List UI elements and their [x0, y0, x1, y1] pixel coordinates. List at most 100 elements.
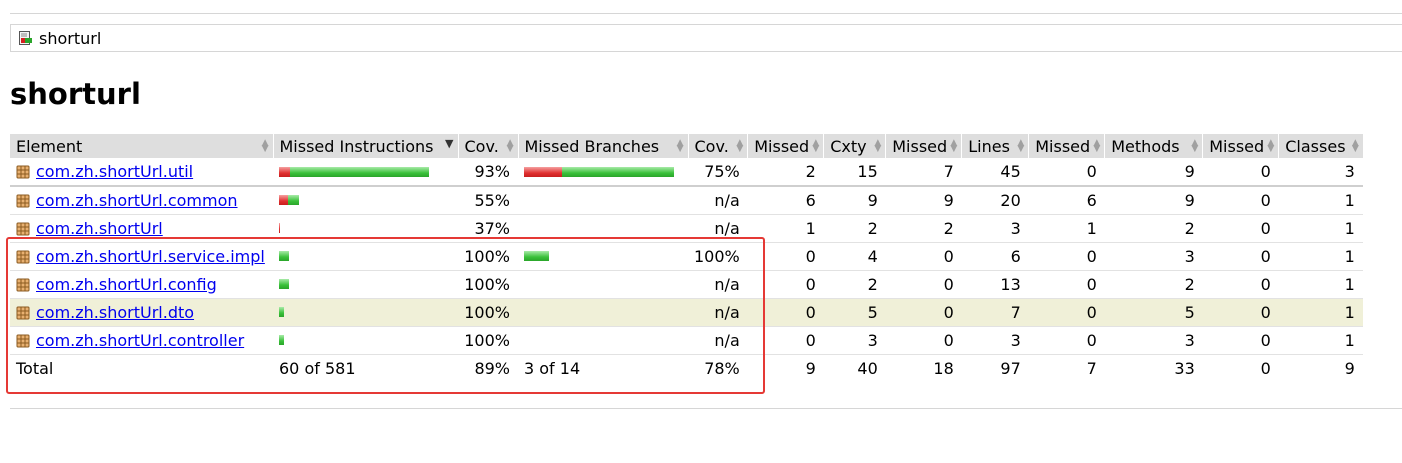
breadcrumb-label[interactable]: shorturl [39, 29, 101, 48]
branches-coverage: 75% [688, 158, 748, 187]
classes-missed: 0 [1202, 158, 1279, 187]
table-header-row: Element ▲ ▼ Missed Instructions ▼ Cov. ▲ ▼ Misse… [10, 134, 1363, 158]
instructions-bar-cell [273, 186, 458, 215]
bottom-divider [10, 408, 1402, 409]
branches-bar-cell [518, 186, 688, 215]
methods-missed: 0 [1028, 242, 1105, 271]
column-header[interactable]: Lines ▲ ▼ [961, 134, 1029, 158]
package-link[interactable]: com.zh.shortUrl.common [36, 191, 238, 210]
missed-bar [279, 166, 290, 177]
methods-missed: 0 [1028, 158, 1105, 187]
element-cell: com.zh.shortUrl.util [10, 158, 273, 187]
column-header[interactable]: Missed ▲ ▼ [885, 134, 962, 158]
column-header[interactable]: Missed Branches ▲ ▼ [517, 134, 688, 158]
methods-missed: 6 [1028, 186, 1105, 215]
column-header[interactable]: Missed ▲ ▼ [747, 134, 824, 158]
methods-missed: 0 [1028, 270, 1105, 299]
annotation-highlight-box [6, 237, 765, 394]
column-header-label: Cxty [830, 136, 867, 156]
sort-icon: ▲ ▼ [506, 138, 514, 154]
covered-bar [290, 166, 429, 177]
lines-total: 13 [961, 270, 1029, 299]
column-header[interactable]: Cov. ▲ ▼ [687, 134, 748, 158]
sort-icon: ▲ ▼ [261, 138, 269, 154]
column-header-label: Missed [1035, 136, 1091, 156]
sort-icon: ▲ ▼ [1093, 138, 1101, 154]
covered-bar [562, 166, 674, 177]
missed-bar [279, 223, 280, 233]
methods-missed: 0 [1028, 298, 1105, 327]
column-header-label: Missed Branches [524, 136, 660, 156]
package-icon [16, 164, 30, 179]
lines-missed: 7 [885, 158, 962, 187]
column-header[interactable]: Missed ▲ ▼ [1028, 134, 1105, 158]
sort-icon: ▲ ▼ [736, 138, 744, 154]
column-header[interactable]: Methods ▲ ▼ [1104, 134, 1203, 158]
table-row: com.zh.shortUrl.common 55% n/a 6 9 9 20 6 9 0 1 [10, 186, 1363, 215]
column-header[interactable]: Missed Instructions ▼ [272, 134, 458, 158]
methods-total: 2 [1104, 270, 1203, 299]
column-header[interactable]: Classes ▲ ▼ [1278, 134, 1363, 158]
total-lines: 97 [1000, 358, 1021, 378]
cxty-total: 4 [823, 242, 886, 271]
methods-total: 9 [1104, 186, 1203, 215]
methods-total: 3 [1104, 242, 1203, 271]
methods-total: 3 [1104, 326, 1203, 355]
lines-missed: 0 [885, 326, 962, 355]
lines-total: 20 [961, 186, 1029, 215]
table-row: com.zh.shortUrl.util 93% 75% 2 15 7 45 0 9 0 3 [10, 158, 1363, 187]
element-cell: com.zh.shortUrl.common [10, 186, 273, 215]
sort-icon: ▲ ▼ [812, 138, 820, 154]
column-header-label: Cov. [464, 136, 499, 156]
sort-icon: ▲ ▼ [1351, 138, 1359, 154]
column-header-label: Element [16, 136, 83, 156]
column-header-label: Missed [1209, 136, 1265, 156]
methods-missed: 0 [1028, 326, 1105, 355]
cxty-total: 5 [823, 298, 886, 327]
lines-total: 3 [961, 214, 1029, 243]
column-header-label: Missed Instructions [279, 136, 434, 156]
lines-missed: 0 [885, 270, 962, 299]
methods-total: 2 [1104, 214, 1203, 243]
column-header-label: Lines [968, 136, 1010, 156]
lines-total: 3 [961, 326, 1029, 355]
classes-total: 1 [1278, 242, 1363, 271]
total-cxty: 40 [857, 358, 878, 378]
methods-missed: 1 [1028, 214, 1105, 243]
classes-missed: 0 [1202, 270, 1279, 299]
missed-bar [524, 166, 562, 177]
classes-total: 1 [1278, 214, 1363, 243]
top-divider [10, 13, 1402, 14]
classes-total: 1 [1278, 270, 1363, 299]
cxty-total: 15 [823, 158, 886, 187]
cxty-total: 2 [823, 270, 886, 299]
column-header-label: Missed [892, 136, 948, 156]
classes-missed: 0 [1202, 186, 1279, 215]
sort-icon: ▲ ▼ [676, 138, 684, 154]
sort-icon: ▲ ▼ [874, 138, 882, 154]
column-header-label: Cov. [694, 136, 729, 156]
column-header[interactable]: Cxty ▲ ▼ [823, 134, 886, 158]
instructions-bar-cell [273, 158, 458, 187]
package-link[interactable]: com.zh.shortUrl.util [36, 162, 193, 181]
instructions-coverage: 55% [458, 186, 518, 215]
classes-total: 1 [1278, 298, 1363, 327]
total-methods: 33 [1174, 358, 1195, 378]
sort-icon: ▲ ▼ [1017, 138, 1025, 154]
package-icon [16, 193, 30, 208]
column-header[interactable]: Missed ▲ ▼ [1202, 134, 1279, 158]
sort-descending-icon: ▼ [445, 137, 454, 150]
sort-icon: ▲ ▼ [1191, 138, 1199, 154]
instructions-coverage: 93% [458, 158, 518, 187]
cxty-missed: 6 [747, 186, 824, 215]
column-header[interactable]: Element ▲ ▼ [10, 134, 273, 158]
column-header-label: Methods [1111, 136, 1180, 156]
package-link[interactable]: com.zh.shortUrl [36, 219, 163, 238]
package-icon [16, 221, 30, 235]
lines-missed: 0 [885, 242, 962, 271]
report-icon [18, 30, 34, 46]
total-lines-missed: 18 [933, 358, 954, 378]
column-header[interactable]: Cov. ▲ ▼ [457, 134, 518, 158]
methods-total: 9 [1104, 158, 1203, 187]
classes-total: 3 [1278, 158, 1363, 187]
